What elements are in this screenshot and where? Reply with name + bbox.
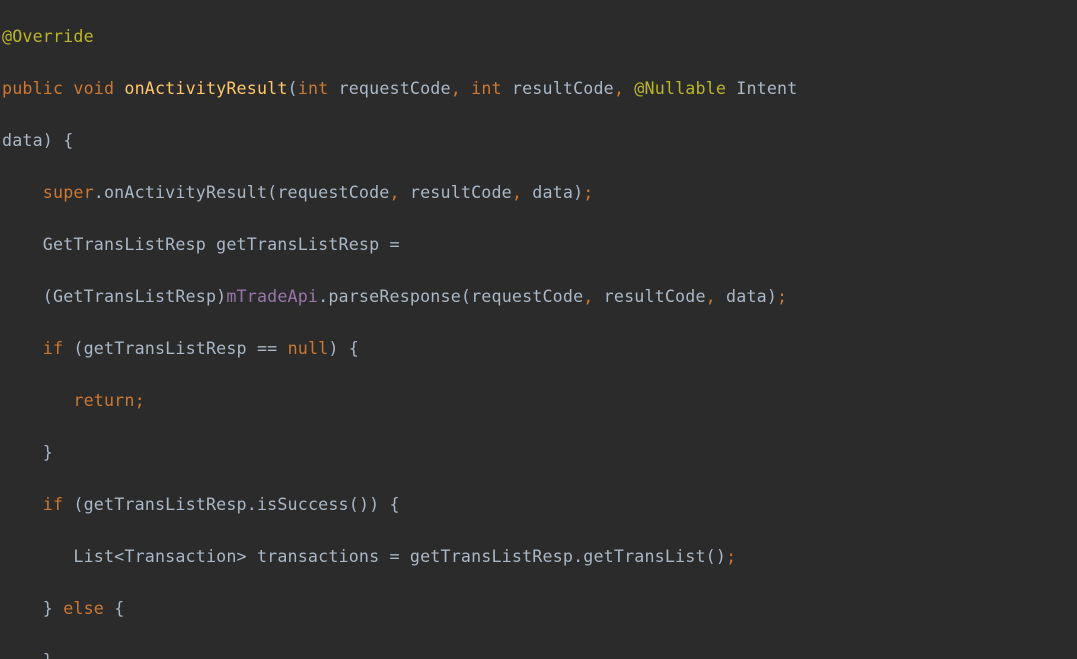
code-token: ; [726, 546, 736, 566]
code-token: else [63, 598, 104, 618]
code-token: int [298, 78, 329, 98]
code-token: @Override [2, 26, 94, 46]
code-token: , [614, 78, 624, 98]
code-token: resultCode [502, 78, 614, 98]
code-token [461, 78, 471, 98]
code-token: Transaction [124, 546, 236, 566]
code-token: ()) [349, 494, 380, 514]
code-editor-content[interactable]: @Override public void onActivityResult(i… [0, 0, 1077, 659]
code-token: = [389, 234, 399, 254]
code-token: if [43, 338, 63, 358]
code-token [624, 78, 634, 98]
code-token: data [2, 130, 43, 150]
code-token [53, 130, 63, 150]
code-token: requestCode [277, 182, 389, 202]
code-token: getTransListResp [84, 338, 257, 358]
code-token: . [318, 286, 328, 306]
code-token: == [257, 338, 277, 358]
code-token: { [390, 494, 400, 514]
code-token: if [43, 494, 63, 514]
code-token: } [43, 598, 53, 618]
code-token: , [390, 182, 400, 202]
code-token: ; [135, 390, 145, 410]
code-token: , [451, 78, 461, 98]
code-token: ( [73, 338, 83, 358]
code-token: ) [43, 130, 53, 150]
code-token: , [583, 286, 593, 306]
code-token [277, 338, 287, 358]
code-token [2, 650, 43, 659]
code-token: ) [573, 182, 583, 202]
code-token [63, 78, 73, 98]
code-token: > [237, 546, 247, 566]
code-token: onActivityResult [104, 182, 267, 202]
code-token: , [706, 286, 716, 306]
code-token: List [2, 546, 114, 566]
code-token: = [390, 546, 400, 566]
code-token: resultCode [400, 182, 512, 202]
code-token: int [471, 78, 502, 98]
code-token: data [522, 182, 573, 202]
code-token: { [63, 130, 73, 150]
code-token: ; [583, 182, 593, 202]
code-token: getTransListResp [84, 494, 247, 514]
code-token [2, 182, 43, 202]
code-token: data [716, 286, 767, 306]
code-token: getTransList [583, 546, 705, 566]
code-token: () [706, 546, 726, 566]
code-token: transactions [247, 546, 390, 566]
code-token: . [94, 182, 104, 202]
code-token: GetTransListResp getTransListResp [2, 234, 389, 254]
code-token: ) [328, 338, 338, 358]
code-token [2, 598, 43, 618]
code-token: resultCode [593, 286, 705, 306]
code-token: } [43, 442, 53, 462]
code-token: public [2, 78, 63, 98]
code-token: . [247, 494, 257, 514]
code-token: { [349, 338, 359, 358]
code-token: Intent [726, 78, 808, 98]
code-token: isSuccess [257, 494, 349, 514]
code-token: ( [43, 286, 53, 306]
code-token: ; [777, 286, 787, 306]
code-token [339, 338, 349, 358]
code-token [53, 598, 63, 618]
code-token: getTransListResp [400, 546, 573, 566]
code-token: ( [461, 286, 471, 306]
code-token: requestCode [471, 286, 583, 306]
code-token: super [43, 182, 94, 202]
code-token [114, 78, 124, 98]
code-token: mTradeApi [226, 286, 318, 306]
code-token [2, 338, 43, 358]
code-token: ) [216, 286, 226, 306]
code-token [2, 390, 73, 410]
code-token: , [512, 182, 522, 202]
code-token: ) [767, 286, 777, 306]
code-token: null [288, 338, 329, 358]
code-token: @Nullable [634, 78, 726, 98]
code-token: return [73, 390, 134, 410]
code-token: GetTransListResp [53, 286, 216, 306]
code-token: { [114, 598, 124, 618]
code-token: < [114, 546, 124, 566]
code-token [2, 494, 43, 514]
code-token [63, 494, 73, 514]
code-token: . [573, 546, 583, 566]
code-token [379, 494, 389, 514]
code-token: ( [288, 78, 298, 98]
code-token [104, 598, 114, 618]
code-token: parseResponse [328, 286, 461, 306]
code-token: onActivityResult [124, 78, 287, 98]
code-token [2, 442, 43, 462]
code-token: requestCode [328, 78, 450, 98]
code-token: ( [267, 182, 277, 202]
code-token: } [43, 650, 53, 659]
code-token [2, 286, 43, 306]
code-token: void [73, 78, 114, 98]
code-token: ( [73, 494, 83, 514]
code-token [63, 338, 73, 358]
